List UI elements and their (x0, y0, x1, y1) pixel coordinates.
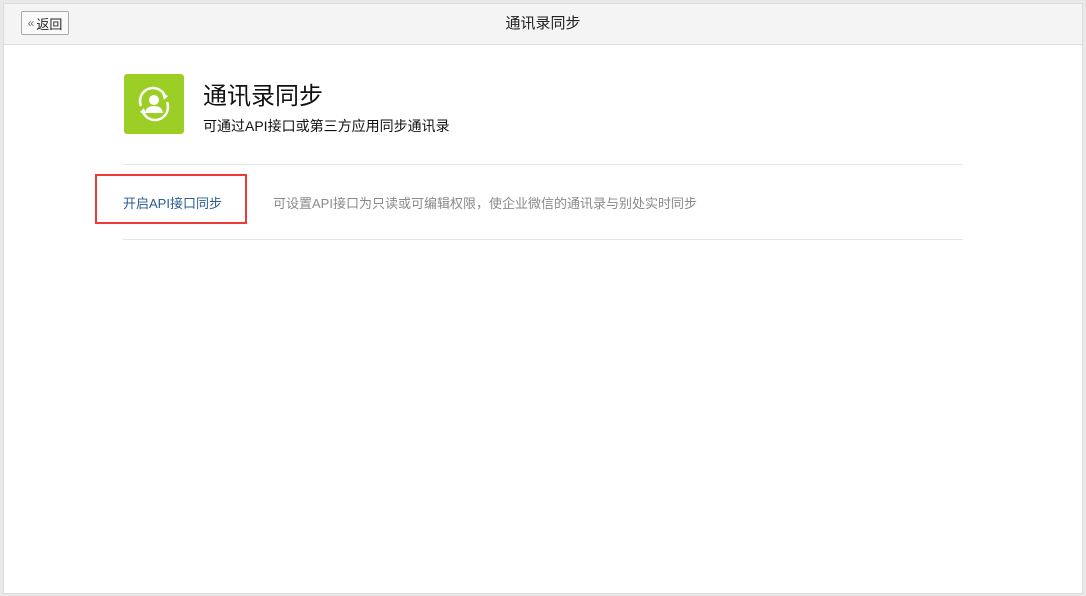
top-bar: «返回 通讯录同步 (4, 4, 1082, 45)
highlight-box (95, 174, 247, 224)
section-subtitle: 可通过API接口或第三方应用同步通讯录 (203, 118, 450, 134)
page-frame: «返回 通讯录同步 通讯录同步 可通过API接口或第三方应用同步通讯录 开启AP… (3, 3, 1083, 594)
divider (123, 164, 963, 165)
api-sync-description: 可设置API接口为只读或可编辑权限，使企业微信的通讯录与别处实时同步 (273, 196, 697, 211)
contact-sync-icon (124, 74, 184, 134)
section-title: 通讯录同步 (203, 83, 323, 110)
divider (123, 239, 963, 240)
page-title: 通讯录同步 (505, 15, 581, 32)
